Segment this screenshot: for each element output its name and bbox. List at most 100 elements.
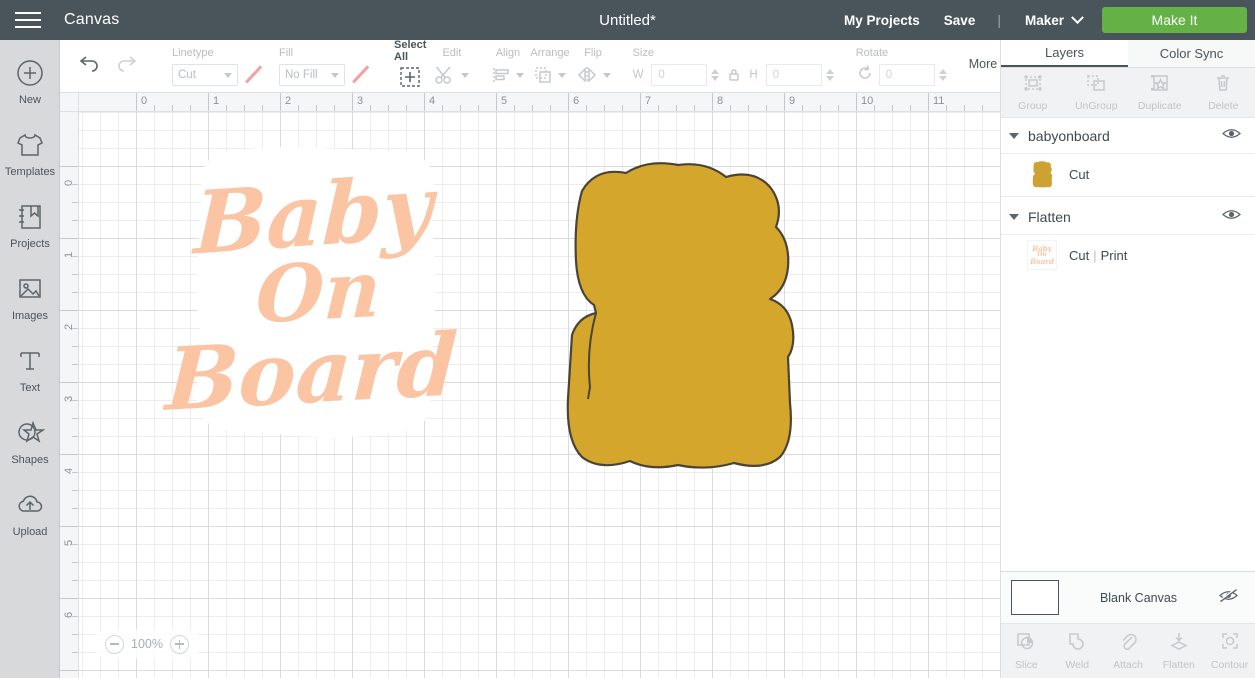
baby-on-board-design[interactable]: Baby On Board: [164, 134, 460, 454]
chevron-down-icon[interactable]: [1009, 213, 1019, 220]
edit-group[interactable]: Edit: [434, 40, 470, 88]
group-button[interactable]: Group: [1001, 68, 1065, 117]
width-stepper[interactable]: [711, 69, 720, 81]
sidebar-item-text[interactable]: Text: [0, 344, 60, 414]
tab-layers[interactable]: Layers: [1001, 40, 1128, 67]
lock-icon[interactable]: [726, 67, 742, 83]
my-projects-button[interactable]: My Projects: [832, 13, 932, 28]
layer-actions: Group UnGroup Duplicate Delete: [1001, 68, 1255, 118]
ruler-tick-major: [640, 93, 641, 111]
machine-selector[interactable]: Maker: [1011, 10, 1092, 28]
ruler-label: 5: [501, 95, 508, 107]
ruler-label: 8: [717, 95, 724, 107]
ruler-label: 11: [933, 95, 945, 107]
ruler-tick-major: [60, 310, 78, 311]
ruler-tick-major: [60, 598, 78, 599]
ruler-label: 4: [429, 95, 436, 107]
layer-type-label: Cut | Print: [1069, 248, 1127, 263]
chevron-down-icon: [224, 72, 232, 78]
chevron-down-icon[interactable]: [1009, 132, 1019, 139]
hamburger-icon[interactable]: [0, 0, 56, 40]
select-all-group[interactable]: Select All: [394, 39, 426, 88]
ungroup-button[interactable]: UnGroup: [1065, 68, 1129, 117]
ruler-label: 3: [357, 95, 364, 107]
paperclip-icon: [1118, 631, 1138, 656]
align-group[interactable]: Align: [491, 40, 525, 88]
ruler-tick-minor: [244, 105, 245, 111]
height-input[interactable]: 0: [765, 64, 822, 86]
layer-item-cut[interactable]: Cut: [1001, 154, 1255, 194]
rotate-stepper[interactable]: [938, 69, 947, 81]
tab-color-sync[interactable]: Color Sync: [1128, 40, 1255, 67]
save-button[interactable]: Save: [932, 13, 988, 28]
attach-button[interactable]: Attach: [1103, 624, 1154, 678]
group-label: Group: [1018, 100, 1048, 112]
arrange-group[interactable]: Arrange: [530, 40, 570, 88]
sidebar-item-new[interactable]: New: [0, 56, 60, 126]
align-icon[interactable]: [491, 62, 525, 88]
sidebar-item-shapes[interactable]: Shapes: [0, 416, 60, 486]
align-title: Align: [495, 47, 521, 59]
plus-circle-icon: [15, 56, 45, 90]
visibility-toggle[interactable]: [1222, 127, 1241, 145]
zoom-control[interactable]: 100%: [93, 629, 201, 659]
ruler-label: 2: [63, 323, 75, 330]
ruler-tick-minor: [72, 418, 78, 419]
sidebar-label: Text: [19, 382, 41, 394]
ruler-tick-minor: [658, 105, 659, 111]
sidebar-label: Images: [11, 310, 49, 322]
design-canvas[interactable]: Baby On Board 0123456789101112 01234567 …: [60, 93, 1000, 678]
ruler-tick-minor: [72, 490, 78, 491]
contour-button[interactable]: Contour: [1204, 624, 1255, 678]
linetype-color-swatch[interactable]: [243, 64, 265, 86]
select-all-icon[interactable]: [399, 66, 421, 88]
chevron-down-icon: [558, 72, 567, 78]
text-thumb: Baby On Board: [1027, 240, 1057, 270]
blank-canvas-row[interactable]: Blank Canvas: [1001, 571, 1255, 623]
rotate-icon[interactable]: [856, 64, 874, 87]
sidebar-item-projects[interactable]: Projects: [0, 200, 60, 270]
fill-color-swatch[interactable]: [350, 64, 372, 86]
ruler-tick-minor: [72, 616, 78, 617]
make-it-button[interactable]: Make It: [1102, 7, 1247, 33]
rotate-input[interactable]: 0: [878, 64, 935, 86]
sidebar-item-images[interactable]: Images: [0, 272, 60, 342]
ruler-tick-major: [424, 93, 425, 111]
undo-icon[interactable]: [78, 52, 102, 77]
ruler-tick-major: [496, 93, 497, 111]
delete-button[interactable]: Delete: [1192, 68, 1255, 117]
canvas-grid[interactable]: Baby On Board: [79, 112, 1000, 678]
ruler-tick-minor: [604, 105, 605, 111]
rotate-title: Rotate: [855, 47, 889, 59]
flip-group[interactable]: Flip: [576, 40, 611, 88]
zoom-out-button[interactable]: [105, 634, 124, 654]
width-input[interactable]: 0: [651, 64, 708, 86]
flip-icon[interactable]: [576, 62, 611, 88]
layer-group-babyonboard[interactable]: babyonboard: [1001, 118, 1255, 154]
canvas-visibility-toggle[interactable]: [1218, 587, 1239, 608]
slice-button[interactable]: Slice: [1001, 624, 1052, 678]
weld-button[interactable]: Weld: [1052, 624, 1103, 678]
canvas-color-swatch[interactable]: [1011, 580, 1059, 615]
layer-item-cut-print[interactable]: Baby On Board Cut | Print: [1001, 235, 1255, 275]
flatten-button[interactable]: Flatten: [1153, 624, 1204, 678]
left-sidebar: New Templates Projects Images Text Shape…: [0, 40, 60, 678]
sidebar-item-upload[interactable]: Upload: [0, 488, 60, 558]
vertical-ruler: 01234567: [60, 112, 79, 678]
duplicate-button[interactable]: Duplicate: [1128, 68, 1192, 117]
teddy-bear-silhouette[interactable]: [538, 149, 813, 474]
duplicate-label: Duplicate: [1137, 100, 1182, 112]
layer-type-print: Print: [1100, 247, 1128, 263]
fill-select[interactable]: No Fill: [279, 64, 345, 86]
arrange-icon[interactable]: [533, 62, 567, 88]
ruler-tick-minor: [730, 105, 731, 111]
sidebar-item-templates[interactable]: Templates: [0, 128, 60, 198]
redo-icon[interactable]: [114, 52, 138, 77]
scissors-icon[interactable]: [434, 62, 470, 88]
visibility-toggle[interactable]: [1222, 208, 1241, 226]
linetype-select[interactable]: Cut: [172, 64, 238, 86]
zoom-in-button[interactable]: [169, 634, 189, 654]
layer-group-flatten[interactable]: Flatten: [1001, 199, 1255, 235]
ruler-tick-major: [784, 93, 785, 111]
height-stepper[interactable]: [825, 69, 834, 81]
